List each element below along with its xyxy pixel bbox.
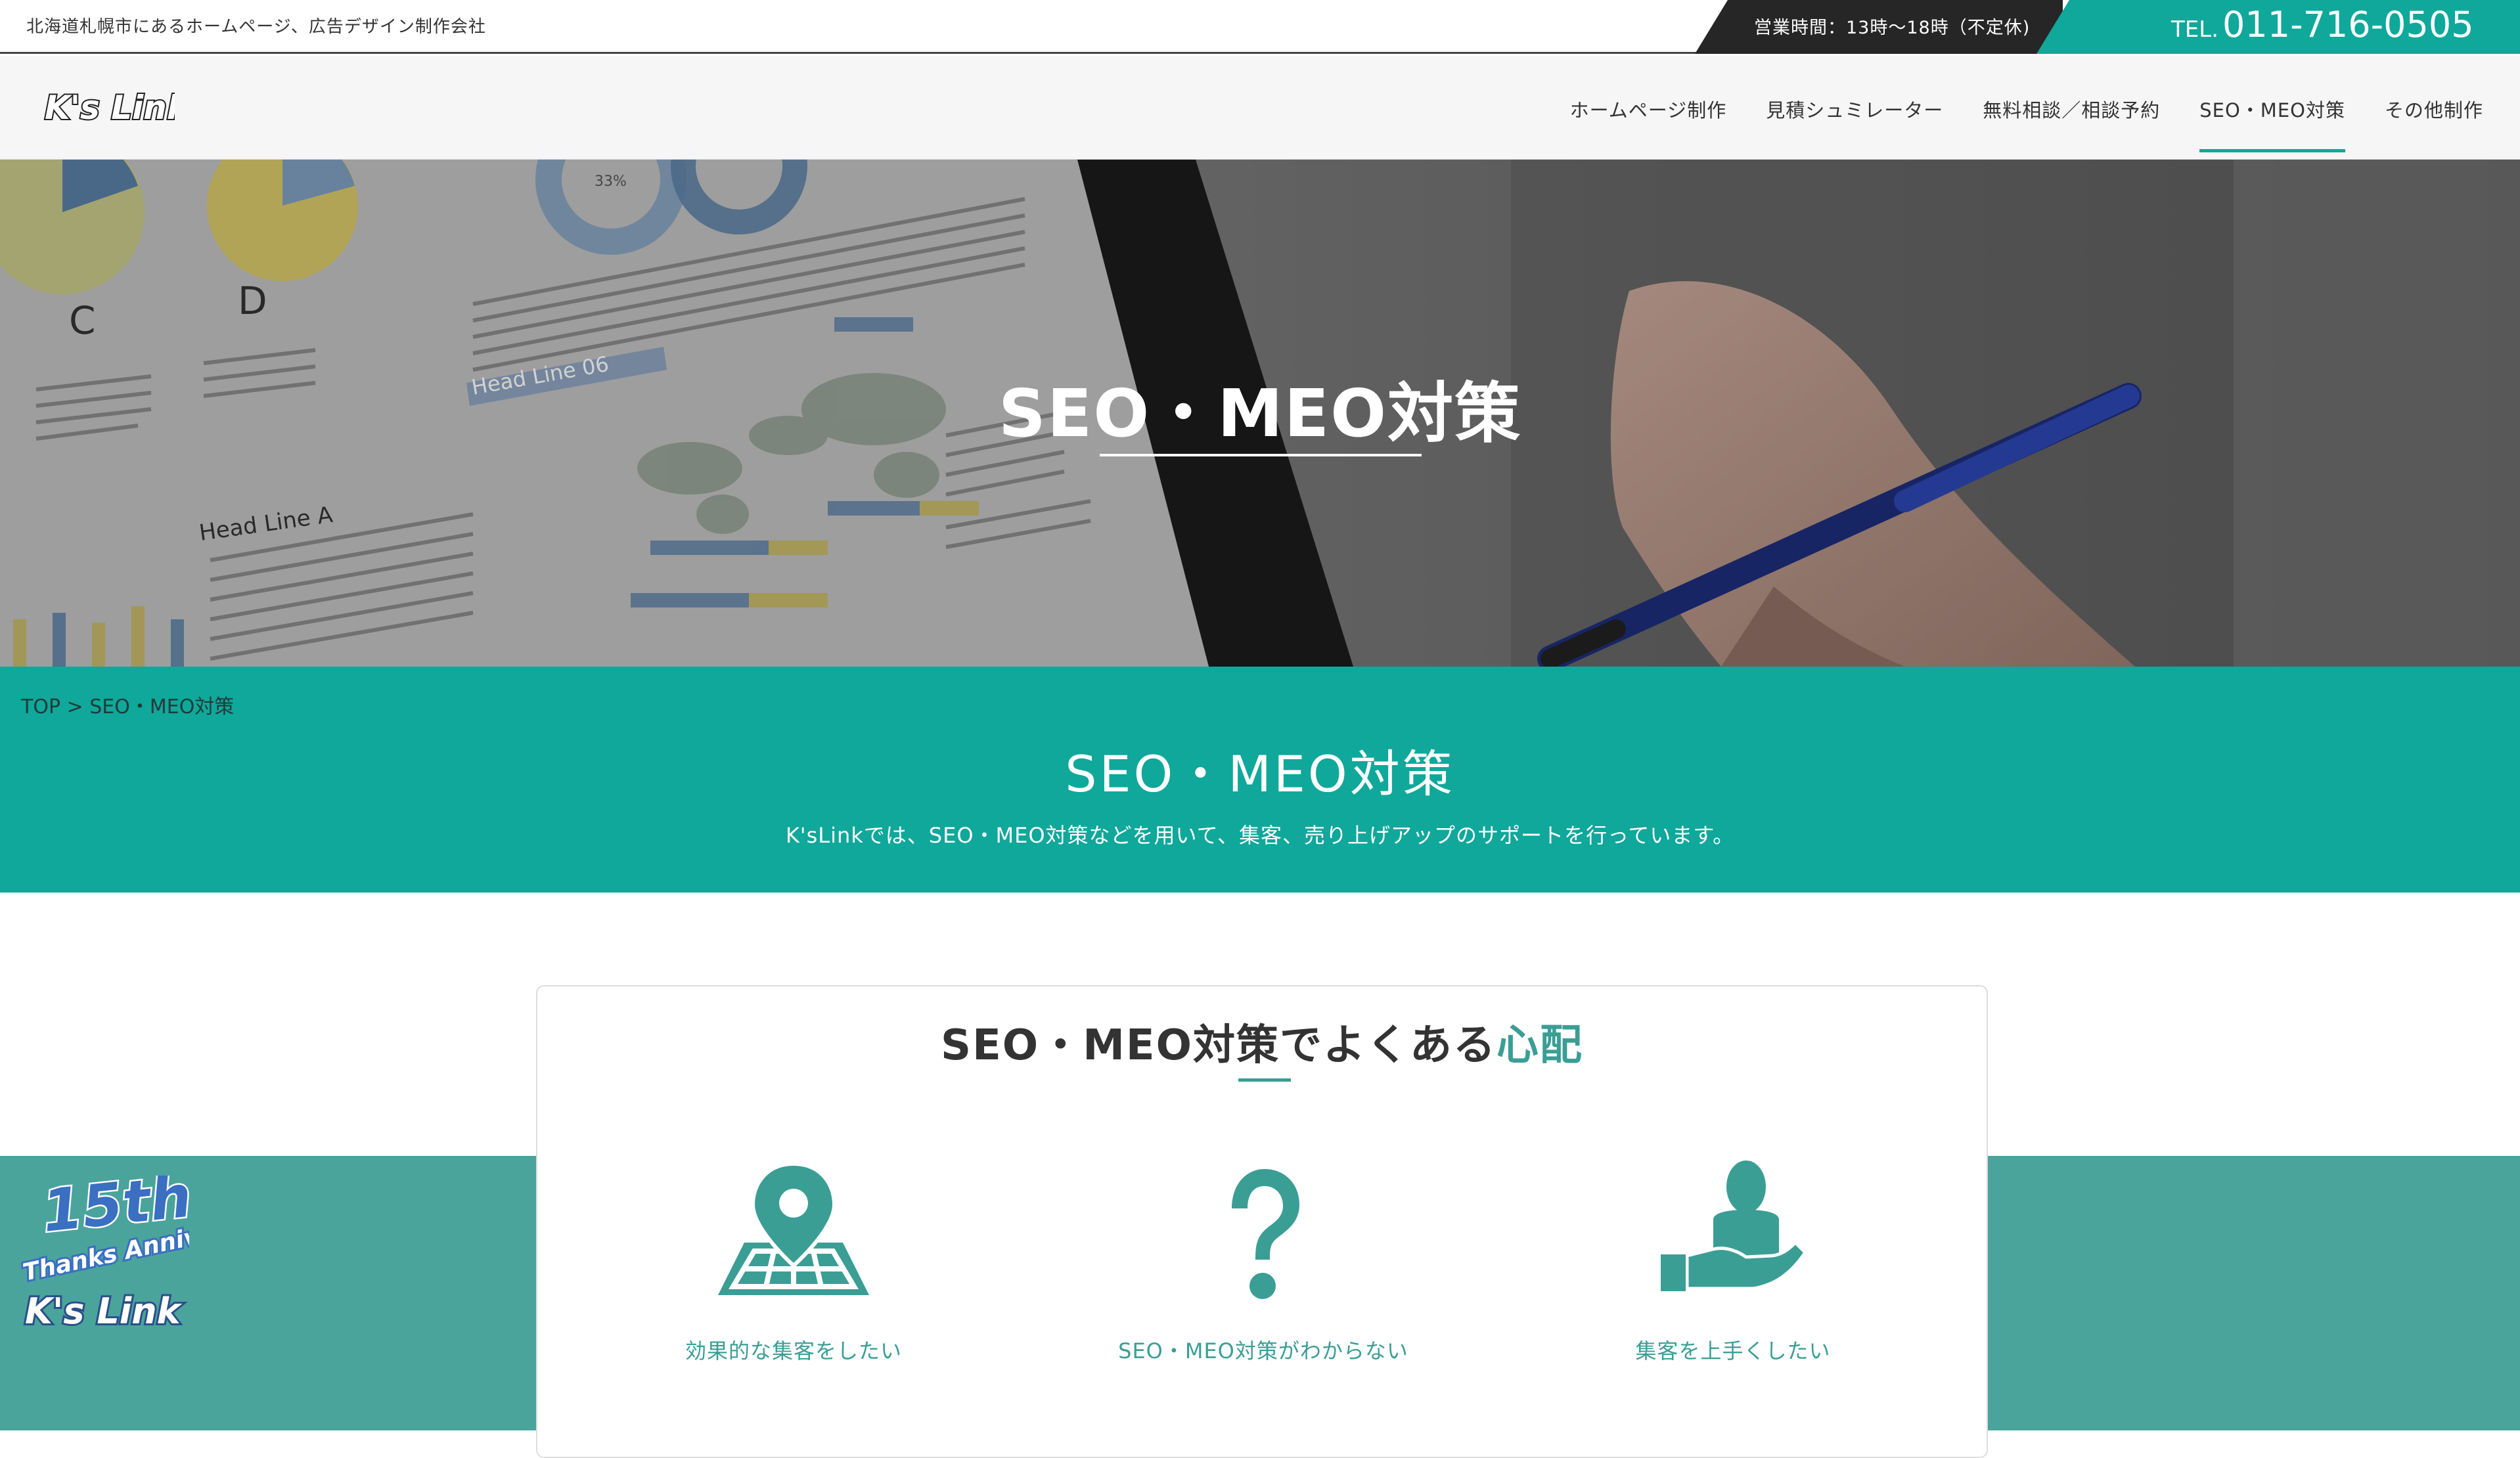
svg-text:K's Link: K's Link [45,89,175,127]
logo-wordmark: K's Link [43,87,192,128]
business-hours: 営業時間：13時〜18時（不定休) [1754,18,2031,38]
breadcrumb[interactable]: TOP > SEO・MEO対策 [21,690,234,719]
worries-heading-underline [1238,1078,1291,1082]
nav-item-homepage[interactable]: ホームページ制作 [1550,95,1747,123]
person-hand-icon [1569,1157,1897,1308]
svg-text:K's Link: K's Link [25,1291,183,1332]
anniversary-logo: 15th Thanks Anniv. K's Link [18,1160,210,1334]
hero-banner: 33% C D Head Line 06 Head Line A SEO・MEO… [0,160,2520,667]
intro-title: SEO・MEO対策 [1065,745,1455,803]
nav-item-seo-meo[interactable]: SEO・MEO対策 [2180,95,2365,152]
hero-title-underline [1100,454,1422,456]
intro-subtitle: K'sLinkでは、SEO・MEO対策などを用いて、集客、売り上げアップのサポー… [785,823,1735,848]
phone-number: 011-716-0505 [2222,4,2474,45]
main-nav: ホームページ制作 見積シュミレーター 無料相談／相談予約 SEO・MEO対策 そ… [1550,95,2503,152]
site-header: K's Link ホームページ制作 見積シュミレーター 無料相談／相談予約 SE… [0,56,2520,160]
site-tagline: 北海道札幌市にあるホームページ、広告デザイン制作会社 [26,17,486,37]
hero-title: SEO・MEO対策 [998,375,1522,452]
site-logo[interactable]: K's Link [43,87,192,131]
worries-heading-main: SEO・MEO対策でよくある [940,1021,1497,1070]
nav-item-estimate-simulator[interactable]: 見積シュミレーター [1746,95,1963,123]
worries-card: SEO・MEO対策でよくある心配 効果的な集客をしたい SEO・MEO対策がわか… [536,985,1988,1458]
worry-item-better-customer: 集客を上手くしたい [1569,1157,1897,1365]
worry-item-unknown-seo: SEO・MEO対策がわからない [1099,1157,1428,1365]
question-mark-icon [1099,1157,1428,1308]
map-pin-icon [629,1157,958,1308]
worries-heading: SEO・MEO対策でよくある心配 [537,1011,1987,1072]
anniversary-badge: 15th Thanks Anniv. K's Link [18,1160,210,1349]
worry-item-effective-customer: 効果的な集客をしたい [629,1157,958,1365]
worry-label-unknown-seo: SEO・MEO対策がわからない [1118,1338,1408,1363]
worries-heading-highlight: 心配 [1496,1021,1584,1070]
nav-item-consultation[interactable]: 無料相談／相談予約 [1963,95,2180,123]
nav-item-other[interactable]: その他制作 [2365,95,2503,123]
phone-label: TEL. [2171,16,2219,43]
worry-label-better-customer: 集客を上手くしたい [1635,1338,1831,1363]
intro-band: TOP > SEO・MEO対策 SEO・MEO対策 K'sLinkでは、SEO・… [0,667,2520,893]
worry-label-effective-customer: 効果的な集客をしたい [685,1338,902,1363]
top-bar: 北海道札幌市にあるホームページ、広告デザイン制作会社 営業時間：13時〜18時（… [0,0,2520,54]
phone-link[interactable]: TEL. 011-716-0505 [2171,4,2474,45]
